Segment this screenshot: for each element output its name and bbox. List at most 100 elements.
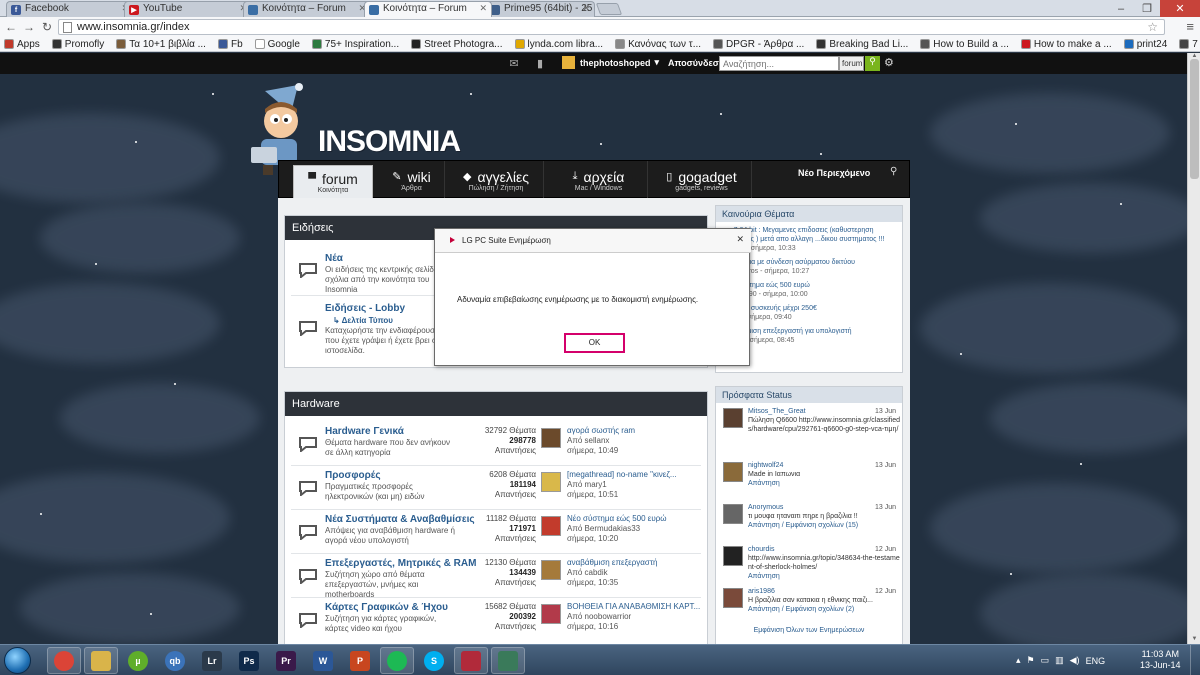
new-content-link[interactable]: Νέο Περιεχόμενο [798,168,870,178]
tab-facebook[interactable]: f Facebook ✕ [6,1,134,17]
gear-icon[interactable]: ⚙ [884,56,894,69]
nav-tab-3[interactable]: ◆ αγγελίες Πώληση / Ζήτηση [449,161,544,199]
close-icon[interactable]: ✕ [582,3,590,14]
notifications-icon[interactable]: ▮ [534,57,546,70]
show-all-updates-link[interactable]: Εμφάνιση Όλων των Ενημερώσεων [716,627,902,634]
last-post-title[interactable]: [megathread] no-name "κινεζ... [567,470,677,480]
bookmark-item[interactable]: Street Photogra... [407,39,503,50]
last-poster-avatar[interactable] [541,428,561,448]
new-tab-button[interactable] [595,3,623,15]
search-scope-select[interactable]: forum [839,56,864,71]
status-avatar[interactable] [723,588,743,608]
last-post-title[interactable]: αγορά σωστής ram [567,426,635,436]
last-post-title[interactable]: Νέο σύστημα εώς 500 ευρώ [567,514,667,524]
taskbar-button[interactable]: Pr [269,647,303,674]
logout-link[interactable]: Αποσύνδεση [668,58,724,68]
taskbar-button[interactable]: qb [158,647,192,674]
close-window-button[interactable]: ✕ [1160,0,1200,17]
forum-title[interactable]: Hardware Γενικά [325,426,404,437]
nav-tab-5[interactable]: ▯ gogadget gadgets, reviews [652,161,752,199]
scrollbar-thumb[interactable] [1190,59,1199,179]
tab-prime95[interactable]: Prime95 (64bit) - 25 ✕ [485,1,595,17]
forward-arrow-icon[interactable]: → [20,18,38,36]
bookmark-item[interactable]: DPGR - Άρθρα ... [709,39,804,50]
start-button[interactable] [4,647,31,674]
last-post-author[interactable]: Από sellanx [567,436,635,446]
volume-icon[interactable]: ◀) [1070,655,1080,666]
menu-icon[interactable]: ≡ [1186,19,1194,34]
maximize-button[interactable]: ❐ [1134,0,1160,17]
page-scrollbar[interactable]: ▲ ▼ [1187,53,1200,644]
close-icon[interactable]: ✕ [479,3,487,14]
back-arrow-icon[interactable]: ← [2,18,20,36]
bookmark-item[interactable]: Promofly [48,39,104,50]
flag-icon[interactable]: ⚑ [1027,655,1035,666]
taskbar-button[interactable]: Ps [232,647,266,674]
status-avatar[interactable] [723,546,743,566]
taskbar-button[interactable] [491,647,525,674]
mail-icon[interactable]: ✉ [508,57,520,70]
last-post-title[interactable]: ΒΟΗΘΕΙΑ ΓΙΑ ΑΝΑΒΑΘΜΙΣΗ ΚΑΡΤ... [567,602,700,612]
taskbar-button[interactable]: µ [121,647,155,674]
nav-tab-4[interactable]: ⤓ αρχεία Mac / Windows [550,161,648,199]
taskbar-button[interactable] [47,647,81,674]
close-icon[interactable]: ✕ [736,234,744,245]
subforum-link[interactable]: ↳ Δελτία Τύπου [333,316,393,325]
search-icon[interactable]: ⚲ [865,56,880,71]
forum-row[interactable]: Προσφορές Πραγματικές προσφορές ηλεκτρονι… [291,466,701,510]
bookmark-item[interactable]: Breaking Bad Li... [812,39,908,50]
user-menu[interactable]: thephotoshoped ▾ [562,56,659,69]
status-actions[interactable]: Απάντηση [748,572,902,581]
forum-title[interactable]: Ειδήσεις - Lobby [325,303,405,314]
address-bar[interactable]: www.insomnia.gr/index ☆ [58,19,1165,35]
show-desktop-button[interactable] [1190,645,1200,675]
tab-forum-2[interactable]: Κοινότητα – Forum ✕ [364,1,492,17]
nav-tab-1[interactable]: ▀ forum Κοινότητα [293,165,373,199]
forum-title[interactable]: Κάρτες Γραφικών & Ήχου [325,602,448,613]
bookmark-item[interactable]: Κανόνας των τ... [611,39,701,50]
last-post-author[interactable]: Από Bermudakias33 [567,524,667,534]
bookmark-item[interactable]: 7 Wonders | Skr... [1175,39,1200,50]
taskbar-button[interactable] [84,647,118,674]
status-avatar[interactable] [723,504,743,524]
search-input[interactable] [719,56,839,71]
status-actions[interactable]: Απάντηση / Εμφάνιση σχολίων (15) [748,521,902,530]
last-poster-avatar[interactable] [541,472,561,492]
taskbar-button[interactable]: S [417,647,451,674]
bookmark-item[interactable]: 75+ Inspiration... [308,39,399,50]
forum-row[interactable]: Επεξεργαστές, Μητρικές & RAM Συζήτηση χώρ… [291,554,701,599]
location-pin-icon[interactable]: ⚲ [890,166,897,177]
taskbar-button[interactable] [454,647,488,674]
forum-title[interactable]: Νέα [325,253,343,264]
last-post-author[interactable]: Από noobowarrior [567,612,700,622]
forum-row[interactable]: Κάρτες Γραφικών & Ήχου Συζήτηση για κάρτε… [291,598,701,642]
network-icon[interactable]: ▥ [1055,655,1064,666]
status-actions[interactable]: Απάντηση / Εμφάνιση σχολίων (2) [748,605,902,614]
show-hidden-icons-icon[interactable]: ▴ [1016,655,1021,666]
reload-icon[interactable]: ↻ [38,18,56,36]
monitor-icon[interactable]: ▭ [1041,655,1050,666]
bookmark-item[interactable]: Fb [214,39,243,50]
last-poster-avatar[interactable] [541,560,561,580]
language-indicator[interactable]: ENG [1086,656,1106,666]
status-avatar[interactable] [723,408,743,428]
forum-title[interactable]: Νέα Συστήματα & Αναβαθμίσεις [325,514,475,525]
last-post-title[interactable]: αναβάθμιση επεξεργαστή [567,558,657,568]
bookmark-star-icon[interactable]: ☆ [1147,20,1158,34]
bookmark-item[interactable]: How to make a ... [1017,39,1112,50]
tab-forum-1[interactable]: Κοινότητα – Forum ✕ [243,1,371,17]
bookmark-item[interactable]: Τα 10+1 βιβλία ... [112,39,206,50]
scroll-down-icon[interactable]: ▼ [1188,636,1200,644]
bookmark-item[interactable]: Apps [0,39,40,50]
taskbar-button[interactable]: P [343,647,377,674]
status-actions[interactable]: Απάντηση [748,479,902,488]
forum-title[interactable]: Προσφορές [325,470,381,481]
tab-youtube[interactable]: ▶ YouTube ✕ [124,1,252,17]
last-post-author[interactable]: Από cabdik [567,568,657,578]
bookmark-item[interactable]: print24 [1120,39,1167,50]
bookmark-item[interactable]: Google [251,39,300,50]
taskbar-button[interactable] [380,647,414,674]
last-poster-avatar[interactable] [541,516,561,536]
forum-title[interactable]: Επεξεργαστές, Μητρικές & RAM [325,558,476,569]
taskbar-button[interactable]: W [306,647,340,674]
